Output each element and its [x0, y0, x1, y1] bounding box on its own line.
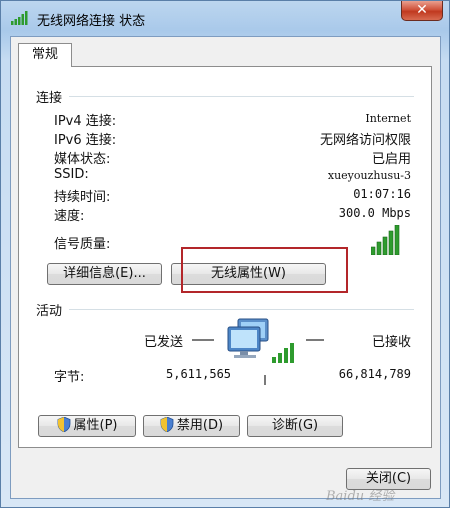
connection-divider [69, 96, 414, 97]
ipv4-value: Internet [365, 112, 411, 125]
ipv4-label: IPv4 连接: [54, 114, 117, 129]
duration-label: 持续时间: [54, 190, 111, 205]
bytes-received-value: 66,814,789 [338, 367, 411, 381]
properties-button[interactable]: 属性(P) [38, 415, 136, 437]
window-close-button[interactable]: ✕ [401, 1, 443, 21]
window-title: 无线网络连接 状态 [37, 14, 146, 29]
ssid-label: SSID: [54, 167, 89, 182]
sent-label: 已发送 [144, 335, 184, 350]
received-dash [306, 339, 324, 341]
watermark: Baidu 经验 [326, 489, 395, 504]
sent-dash [192, 339, 214, 341]
title-bar[interactable]: 无线网络连接 状态 ✕ [1, 1, 449, 35]
ipv6-value: 无网络访问权限 [319, 133, 411, 148]
media-state-label: 媒体状态: [54, 152, 111, 167]
media-state-value: 已启用 [371, 152, 411, 167]
signal-quality-label: 信号质量: [54, 237, 111, 252]
bytes-label: 字节: [54, 370, 85, 385]
speed-label: 速度: [54, 209, 85, 224]
received-label: 已接收 [371, 335, 411, 350]
activity-divider [69, 309, 414, 310]
tab-general[interactable]: 常规 [18, 43, 72, 67]
properties-button-label: 属性(P) [73, 418, 118, 433]
disable-button-label: 禁用(D) [176, 418, 224, 433]
status-window: 无线网络连接 状态 ✕ 常规 连接 IPv4 连接: Internet IPv6… [0, 0, 450, 508]
connection-section-label: 连接 [36, 91, 63, 106]
highlight-annotation [181, 247, 348, 293]
signal-quality-icon [371, 225, 400, 255]
speed-value: 300.0 Mbps [338, 206, 411, 220]
activity-link-line [264, 375, 266, 385]
diagnose-button[interactable]: 诊断(G) [247, 415, 343, 437]
duration-value: 01:07:16 [353, 187, 411, 201]
dialog-client-area: 常规 连接 IPv4 连接: Internet IPv6 连接: 无网络访问权限… [10, 36, 441, 504]
activity-section-label: 活动 [36, 304, 63, 319]
disable-button[interactable]: 禁用(D) [143, 415, 240, 437]
wireless-signal-icon [11, 11, 28, 25]
shield-icon [160, 417, 174, 432]
shield-icon [57, 417, 70, 432]
network-computers-icon [227, 318, 294, 363]
details-button[interactable]: 详细信息(E)... [47, 263, 162, 285]
bytes-sent-value: 5,611,565 [166, 367, 232, 381]
ssid-value: xueyouzhusu-3 [327, 169, 411, 182]
ipv6-label: IPv6 连接: [54, 133, 117, 148]
